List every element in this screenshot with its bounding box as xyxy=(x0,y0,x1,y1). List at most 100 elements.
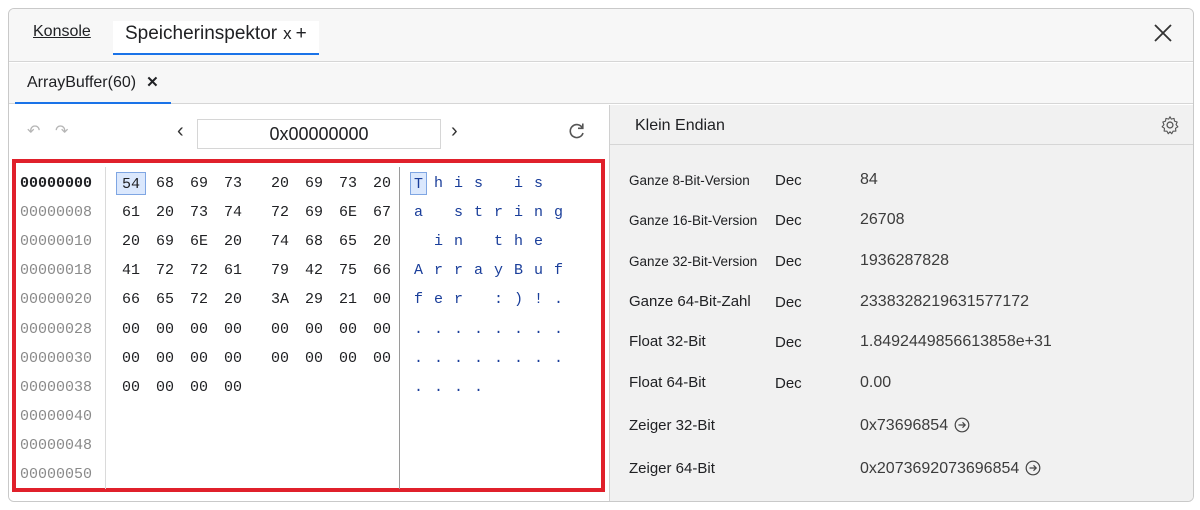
ascii-char[interactable]: . xyxy=(430,347,447,370)
ascii-char[interactable]: r xyxy=(450,288,467,311)
ascii-char[interactable]: . xyxy=(550,318,567,341)
hex-byte[interactable]: 69 xyxy=(299,172,329,195)
ascii-char[interactable]: ! xyxy=(530,288,547,311)
hex-byte[interactable]: 00 xyxy=(265,318,295,341)
hex-byte[interactable]: 00 xyxy=(116,376,146,399)
hex-byte[interactable]: 21 xyxy=(333,288,363,311)
undo-icon[interactable]: ↶ xyxy=(27,121,40,141)
ascii-char[interactable]: n xyxy=(450,230,467,253)
hex-byte[interactable]: 65 xyxy=(333,230,363,253)
hex-byte[interactable]: 75 xyxy=(333,259,363,282)
ascii-char[interactable]: t xyxy=(490,230,507,253)
ascii-char[interactable] xyxy=(550,230,567,253)
ascii-char[interactable]: i xyxy=(510,172,527,195)
hex-byte[interactable]: 00 xyxy=(299,318,329,341)
ascii-char[interactable]: . xyxy=(530,347,547,370)
ascii-char[interactable]: r xyxy=(430,259,447,282)
ascii-char[interactable]: . xyxy=(410,318,427,341)
hex-byte[interactable]: 00 xyxy=(367,318,397,341)
ascii-char[interactable]: h xyxy=(430,172,447,195)
hex-byte[interactable]: 65 xyxy=(150,288,180,311)
hex-byte[interactable]: 68 xyxy=(299,230,329,253)
ascii-char[interactable]: f xyxy=(410,288,427,311)
ascii-char[interactable]: . xyxy=(450,318,467,341)
hex-byte[interactable]: 72 xyxy=(184,259,214,282)
ascii-char[interactable]: . xyxy=(470,347,487,370)
ascii-char[interactable]: . xyxy=(450,347,467,370)
hex-byte[interactable]: 66 xyxy=(116,288,146,311)
hex-byte[interactable]: 3A xyxy=(265,288,295,311)
ascii-char[interactable]: u xyxy=(530,259,547,282)
jump-to-address-icon[interactable] xyxy=(954,417,970,433)
ascii-char[interactable]: n xyxy=(530,201,547,224)
hex-byte[interactable]: 00 xyxy=(150,376,180,399)
hex-byte[interactable]: 20 xyxy=(218,230,248,253)
hex-byte[interactable]: 00 xyxy=(333,318,363,341)
hex-byte[interactable]: 00 xyxy=(184,376,214,399)
ascii-char[interactable]: g xyxy=(550,201,567,224)
value-format-select[interactable]: Dec xyxy=(775,334,802,351)
hex-byte[interactable]: 72 xyxy=(184,288,214,311)
ascii-char[interactable]: : xyxy=(490,288,507,311)
hex-byte[interactable]: 41 xyxy=(116,259,146,282)
hex-byte[interactable]: 79 xyxy=(265,259,295,282)
value-format-select[interactable]: Dec xyxy=(775,294,802,311)
buffer-tab[interactable]: ArrayBuffer(60) ✕ xyxy=(15,69,171,104)
hex-byte[interactable]: 54 xyxy=(116,172,146,195)
hex-byte[interactable]: 00 xyxy=(333,347,363,370)
ascii-char[interactable]: T xyxy=(410,172,427,195)
hex-byte[interactable]: 20 xyxy=(265,172,295,195)
ascii-char[interactable]: s xyxy=(470,172,487,195)
ascii-char[interactable]: . xyxy=(490,318,507,341)
hex-byte[interactable]: 00 xyxy=(265,347,295,370)
ascii-char[interactable]: . xyxy=(550,288,567,311)
next-page-button[interactable]: › xyxy=(451,120,458,143)
hex-byte[interactable]: 69 xyxy=(299,201,329,224)
ascii-char[interactable]: B xyxy=(510,259,527,282)
ascii-char[interactable]: y xyxy=(490,259,507,282)
endianness-select[interactable]: Klein Endian xyxy=(635,117,725,135)
hex-byte[interactable]: 68 xyxy=(150,172,180,195)
ascii-char[interactable]: s xyxy=(450,201,467,224)
ascii-char[interactable]: . xyxy=(410,347,427,370)
hex-byte[interactable]: 20 xyxy=(367,230,397,253)
hex-byte[interactable]: 00 xyxy=(218,347,248,370)
hex-byte[interactable]: 00 xyxy=(367,288,397,311)
ascii-char[interactable]: i xyxy=(430,230,447,253)
ascii-char[interactable] xyxy=(470,230,487,253)
ascii-char[interactable]: s xyxy=(530,172,547,195)
hex-byte[interactable]: 73 xyxy=(218,172,248,195)
hex-byte[interactable]: 00 xyxy=(367,347,397,370)
hex-byte[interactable]: 20 xyxy=(367,172,397,195)
ascii-char[interactable]: a xyxy=(410,201,427,224)
ascii-char[interactable] xyxy=(430,201,447,224)
hex-byte[interactable]: 66 xyxy=(367,259,397,282)
hex-byte[interactable]: 00 xyxy=(116,347,146,370)
hex-byte[interactable]: 00 xyxy=(184,318,214,341)
ascii-char[interactable]: . xyxy=(510,347,527,370)
ascii-char[interactable]: . xyxy=(530,318,547,341)
ascii-char[interactable]: . xyxy=(430,318,447,341)
hex-byte[interactable]: 42 xyxy=(299,259,329,282)
hex-byte[interactable]: 00 xyxy=(150,318,180,341)
hex-byte[interactable]: 73 xyxy=(333,172,363,195)
ascii-char[interactable] xyxy=(410,230,427,253)
ascii-char[interactable]: A xyxy=(410,259,427,282)
ascii-char[interactable]: . xyxy=(510,318,527,341)
refresh-icon[interactable] xyxy=(567,121,587,141)
hex-byte[interactable]: 20 xyxy=(218,288,248,311)
ascii-char[interactable]: t xyxy=(470,201,487,224)
ascii-char[interactable]: . xyxy=(490,347,507,370)
add-tab-icon[interactable]: + xyxy=(296,23,307,44)
ascii-char[interactable]: . xyxy=(470,376,487,399)
ascii-char[interactable]: r xyxy=(450,259,467,282)
value-format-select[interactable]: Dec xyxy=(775,172,802,189)
hex-byte[interactable]: 20 xyxy=(116,230,146,253)
ascii-char[interactable]: r xyxy=(490,201,507,224)
previous-page-button[interactable]: ‹ xyxy=(177,120,184,143)
ascii-char[interactable]: f xyxy=(550,259,567,282)
hex-byte[interactable]: 20 xyxy=(150,201,180,224)
hex-byte[interactable]: 72 xyxy=(150,259,180,282)
hex-byte[interactable]: 72 xyxy=(265,201,295,224)
hex-byte[interactable]: 00 xyxy=(150,347,180,370)
